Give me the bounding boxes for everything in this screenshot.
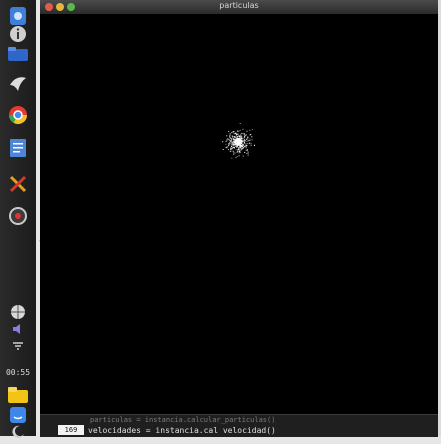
- wifi-icon[interactable]: [6, 334, 30, 358]
- bird-icon[interactable]: [6, 71, 30, 95]
- terminal-panel[interactable]: particulas = instancia.calcular_particul…: [40, 414, 438, 437]
- terminal-prompt-number: 169: [58, 425, 84, 435]
- moon-icon[interactable]: [6, 420, 30, 444]
- tools-icon[interactable]: [6, 172, 30, 196]
- particle-cloud: [222, 123, 255, 159]
- launcher-dock: 00:55: [0, 0, 36, 438]
- folder-icon[interactable]: [6, 42, 30, 66]
- window-title: particulas: [219, 1, 259, 10]
- window-titlebar[interactable]: particulas: [40, 0, 438, 14]
- chrome-icon[interactable]: [6, 103, 30, 127]
- clock-time: 00:55: [5, 368, 31, 377]
- document-icon[interactable]: [6, 136, 30, 160]
- settings-icon[interactable]: [6, 204, 30, 228]
- terminal-previous-line: particulas = instancia.calcular_particul…: [90, 416, 276, 424]
- terminal-current-line[interactable]: velocidades = instancia.cal velocidad(): [88, 426, 276, 435]
- app-window[interactable]: particulas particulas = instancia.calcul…: [40, 0, 438, 437]
- particle-canvas[interactable]: [40, 14, 438, 414]
